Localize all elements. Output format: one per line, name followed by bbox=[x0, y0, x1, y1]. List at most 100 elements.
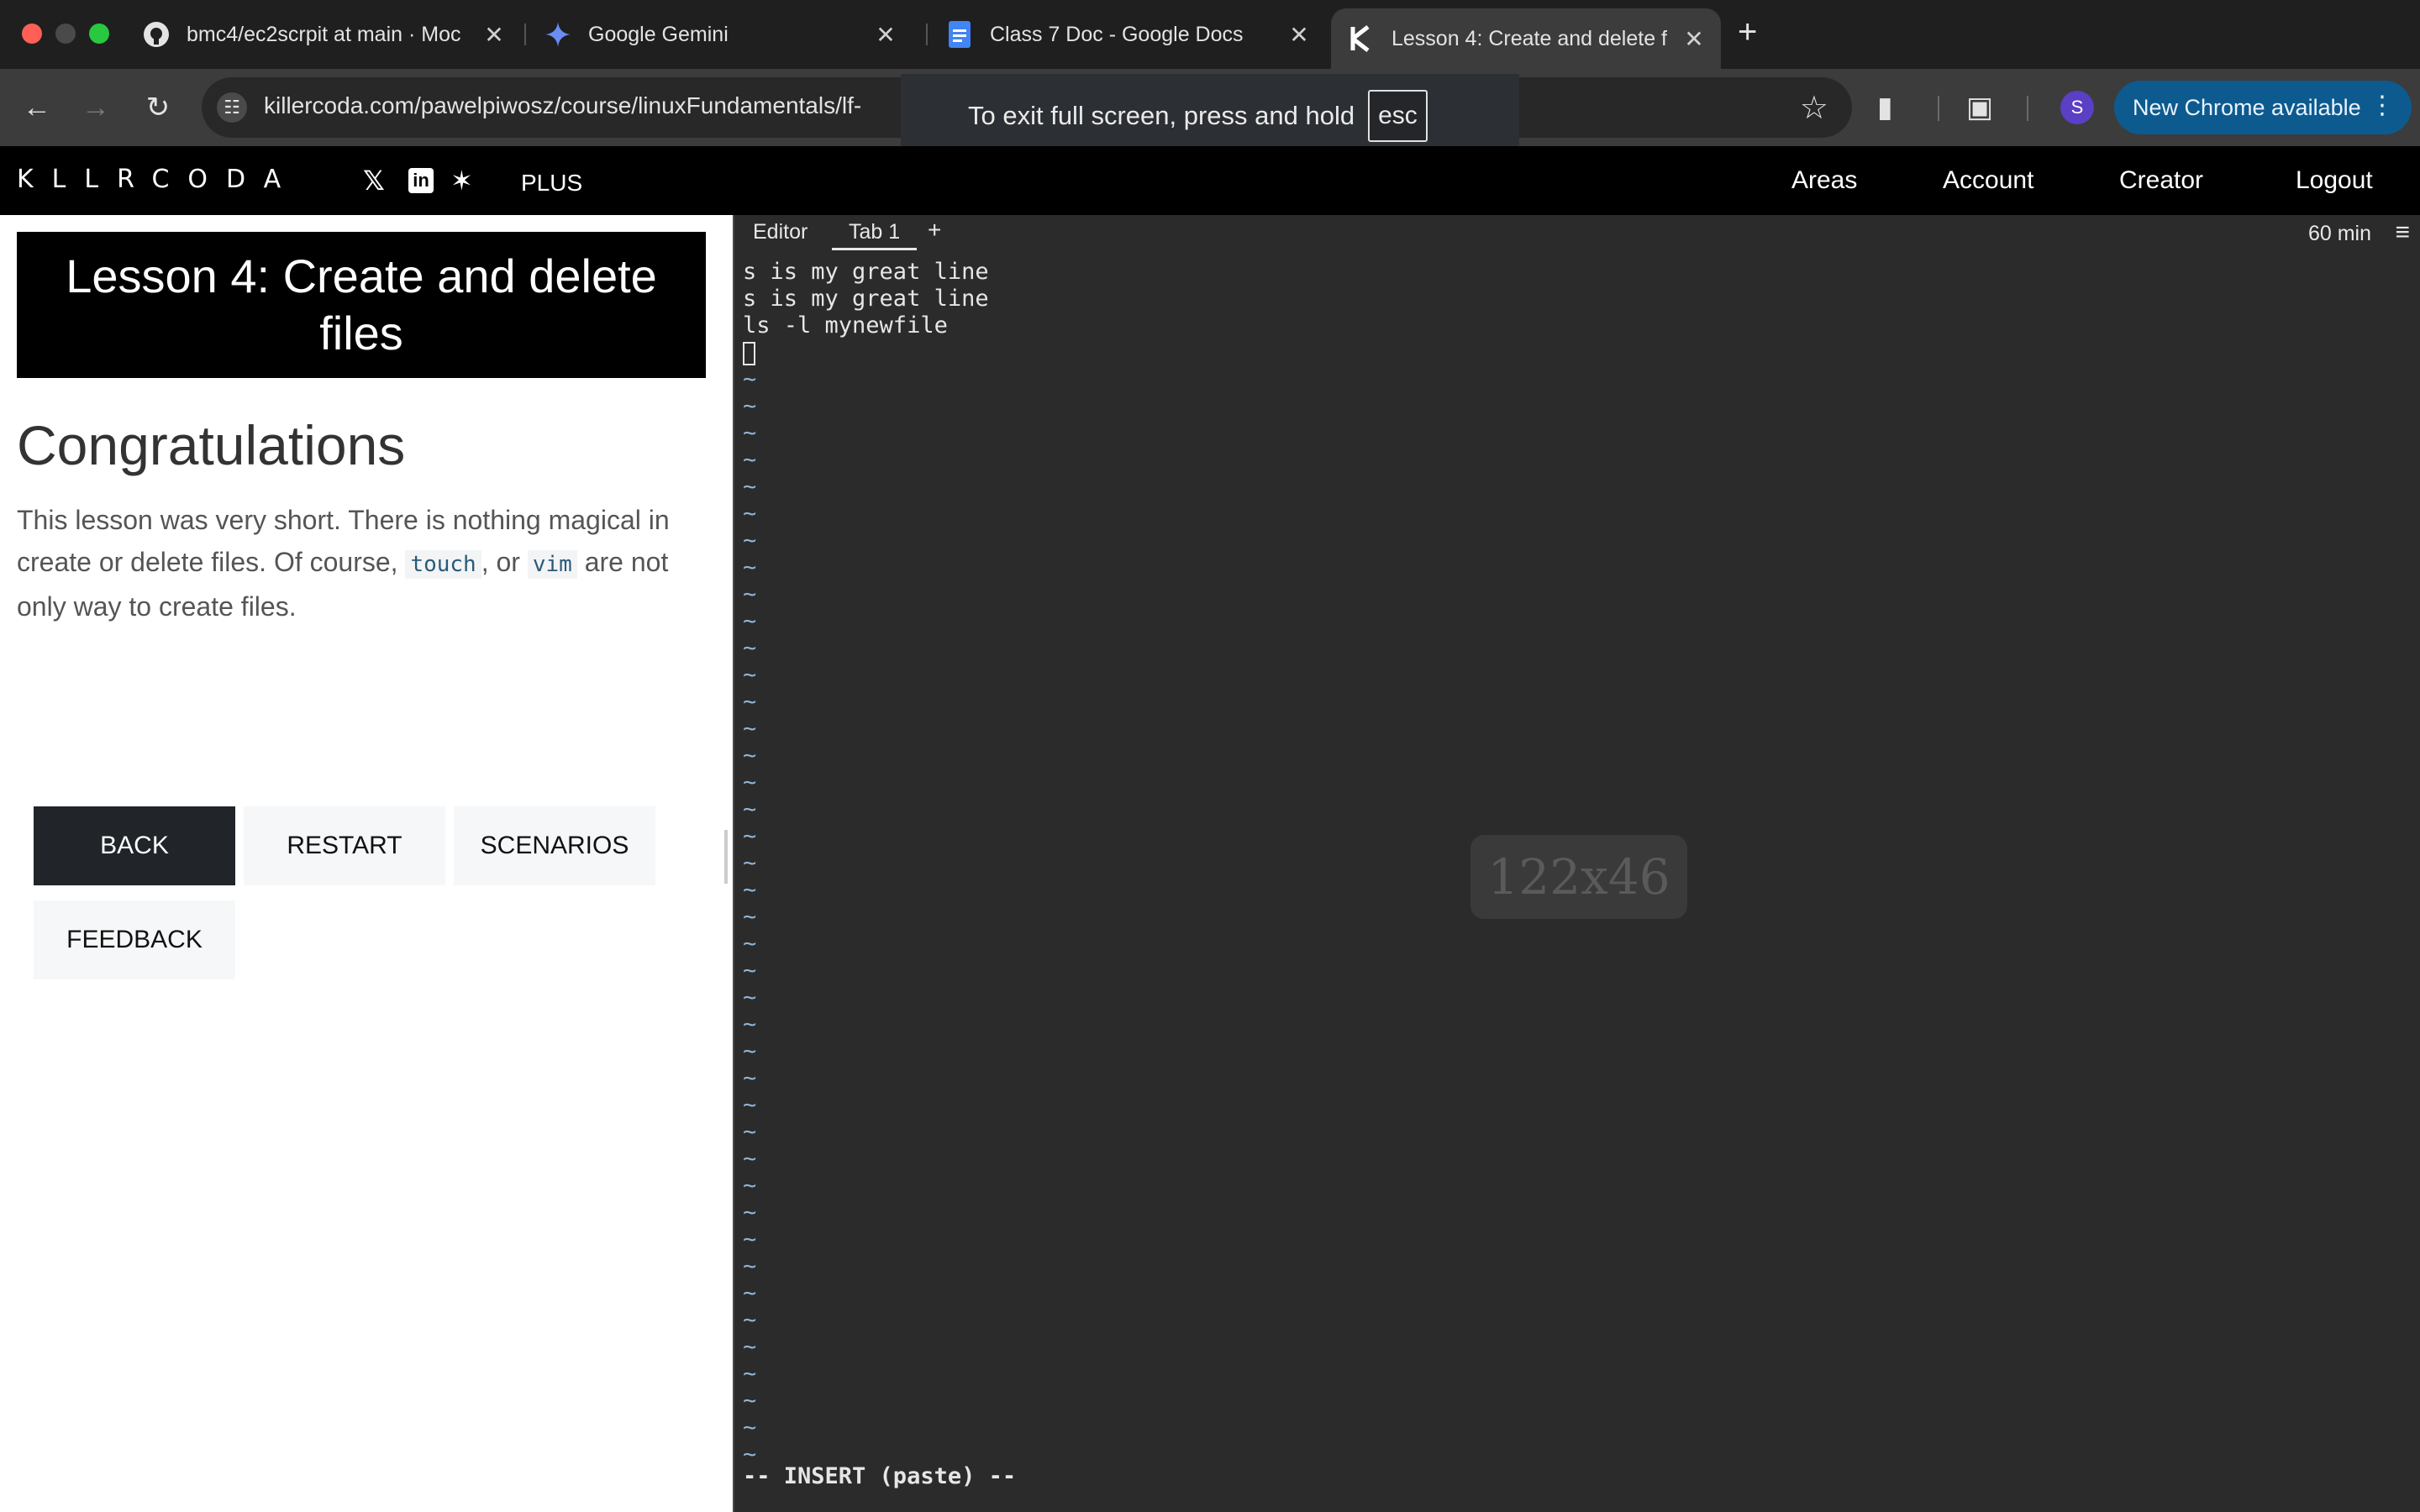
fullscreen-exit-toast: To exit full screen, press and hold esc bbox=[901, 74, 1519, 158]
vim-empty-line-tilde: ~ bbox=[743, 769, 757, 795]
add-tab-button[interactable]: + bbox=[928, 217, 941, 244]
google-docs-icon bbox=[946, 21, 973, 48]
vim-empty-line-tilde: ~ bbox=[743, 1334, 757, 1360]
terminal-tab-bar: Editor Tab 1 + 60 min ≡ bbox=[734, 215, 2420, 250]
tab-title: bmc4/ec2scrpit at main · Moc bbox=[187, 22, 461, 46]
vim-empty-line-tilde: ~ bbox=[743, 1361, 757, 1387]
close-tab-icon[interactable]: ✕ bbox=[1284, 21, 1314, 49]
vim-empty-line-tilde: ~ bbox=[743, 1307, 757, 1333]
toolbar-divider bbox=[1938, 96, 1939, 121]
browser-tab-gemini[interactable]: Google Gemini ✕ bbox=[528, 8, 913, 60]
vim-empty-line-tilde: ~ bbox=[743, 1119, 757, 1145]
vim-empty-line-tilde: ~ bbox=[743, 366, 757, 392]
vim-empty-line-tilde: ~ bbox=[743, 1092, 757, 1118]
vim-empty-line-tilde: ~ bbox=[743, 958, 757, 984]
browser-tab-github[interactable]: bmc4/ec2scrpit at main · Moc ✕ bbox=[126, 8, 521, 60]
gemini-icon bbox=[544, 21, 571, 48]
killercoda-logo[interactable]: KLLRCODA bbox=[17, 165, 299, 194]
tab-title: Lesson 4: Create and delete f bbox=[1392, 26, 1668, 50]
nav-account[interactable]: Account bbox=[1943, 166, 2033, 195]
plus-link[interactable]: PLUS bbox=[521, 170, 582, 197]
close-window-button[interactable] bbox=[22, 24, 42, 44]
close-tab-icon[interactable]: ✕ bbox=[479, 21, 509, 49]
vim-empty-line-tilde: ~ bbox=[743, 1146, 757, 1172]
github-icon bbox=[143, 21, 170, 48]
panel-resize-handle[interactable] bbox=[724, 830, 728, 884]
vim-empty-line-tilde: ~ bbox=[743, 877, 757, 903]
vim-empty-line-tilde: ~ bbox=[743, 447, 757, 473]
x-twitter-icon[interactable]: 𝕏 bbox=[363, 165, 385, 197]
code-touch: touch bbox=[405, 550, 481, 579]
vim-empty-line-tilde: ~ bbox=[743, 743, 757, 769]
linkedin-icon[interactable]: in bbox=[408, 168, 434, 193]
session-timer: 60 min bbox=[2307, 222, 2371, 245]
tab-editor[interactable]: Editor bbox=[753, 220, 808, 244]
vim-empty-line-tilde: ~ bbox=[743, 528, 757, 554]
bookmark-star-icon[interactable]: ☆ bbox=[1800, 89, 1828, 127]
vim-empty-line-tilde: ~ bbox=[743, 984, 757, 1011]
vim-empty-line-tilde: ~ bbox=[743, 1038, 757, 1064]
tab-title: Class 7 Doc - Google Docs bbox=[990, 22, 1244, 46]
nav-areas[interactable]: Areas bbox=[1791, 166, 1857, 195]
hamburger-menu-icon[interactable]: ≡ bbox=[2395, 218, 2410, 247]
terminal-screen[interactable]: s is my great line s is my great line ls -… bbox=[743, 259, 989, 1468]
terminal-line: ls -l mynewfile bbox=[743, 312, 948, 339]
nav-logout[interactable]: Logout bbox=[2296, 166, 2373, 195]
tab-terminal-1[interactable]: Tab 1 bbox=[832, 220, 918, 250]
vim-empty-line-tilde: ~ bbox=[743, 1280, 757, 1306]
tab-title: Google Gemini bbox=[588, 22, 729, 46]
terminal-size-overlay: 122x46 bbox=[1470, 835, 1687, 919]
scenarios-button[interactable]: SCENARIOS bbox=[454, 806, 655, 885]
more-menu-icon[interactable]: ⋮ bbox=[2370, 91, 2395, 120]
vim-empty-line-tilde: ~ bbox=[743, 501, 757, 527]
vim-empty-line-tilde: ~ bbox=[743, 1388, 757, 1414]
vim-empty-line-tilde: ~ bbox=[743, 635, 757, 661]
minimize-window-button[interactable] bbox=[55, 24, 76, 44]
extensions-icon[interactable]: ▮ bbox=[1877, 91, 1893, 124]
close-tab-icon[interactable]: ✕ bbox=[1679, 25, 1709, 53]
vim-empty-line-tilde: ~ bbox=[743, 716, 757, 742]
profile-avatar[interactable]: S bbox=[2060, 91, 2094, 124]
vim-empty-line-tilde: ~ bbox=[743, 393, 757, 419]
terminal-line: s is my great line bbox=[743, 259, 989, 285]
vim-empty-line-tilde: ~ bbox=[743, 1200, 757, 1226]
vim-empty-line-tilde: ~ bbox=[743, 904, 757, 930]
vim-empty-line-tilde: ~ bbox=[743, 1415, 757, 1441]
slack-icon[interactable]: ✶ bbox=[450, 165, 473, 197]
restart-button[interactable]: RESTART bbox=[244, 806, 445, 885]
close-tab-icon[interactable]: ✕ bbox=[871, 21, 901, 49]
lesson-title: Lesson 4: Create and delete files bbox=[17, 232, 706, 378]
site-header: KLLRCODA 𝕏 in ✶ PLUS Areas Account Creat… bbox=[0, 146, 2420, 215]
feedback-button[interactable]: FEEDBACK bbox=[34, 900, 235, 979]
browser-tab-strip: bmc4/ec2scrpit at main · Moc ✕ Google Ge… bbox=[0, 0, 2420, 69]
browser-tab-google-docs[interactable]: Class 7 Doc - Google Docs ✕ bbox=[929, 8, 1326, 60]
tab-separator bbox=[926, 24, 928, 45]
nav-creator[interactable]: Creator bbox=[2119, 166, 2203, 195]
code-vim: vim bbox=[527, 550, 577, 579]
browser-tab-killercoda[interactable]: Lesson 4: Create and delete f ✕ bbox=[1331, 8, 1721, 69]
fullscreen-window-button[interactable] bbox=[89, 24, 109, 44]
vim-empty-line-tilde: ~ bbox=[743, 420, 757, 446]
vim-empty-line-tilde: ~ bbox=[743, 931, 757, 957]
vim-empty-line-tilde: ~ bbox=[743, 850, 757, 876]
vim-empty-line-tilde: ~ bbox=[743, 1253, 757, 1279]
forward-arrow-icon[interactable]: → bbox=[77, 89, 114, 126]
new-chrome-available-button[interactable]: New Chrome available ⋮ bbox=[2114, 81, 2412, 134]
vim-status-line: -- INSERT (paste) -- bbox=[743, 1463, 1017, 1489]
lesson-panel: Lesson 4: Create and delete files Congra… bbox=[0, 215, 728, 1512]
vim-empty-line-tilde: ~ bbox=[743, 823, 757, 849]
terminal-line: s is my great line bbox=[743, 286, 989, 312]
vim-empty-line-tilde: ~ bbox=[743, 662, 757, 688]
vim-empty-line-tilde: ~ bbox=[743, 1226, 757, 1252]
update-label: New Chrome available bbox=[2133, 94, 2361, 120]
cast-search-icon[interactable]: ▣ bbox=[1966, 91, 1993, 124]
back-button[interactable]: BACK bbox=[34, 806, 235, 885]
new-tab-button[interactable]: + bbox=[1738, 13, 1757, 51]
vim-empty-line-tilde: ~ bbox=[743, 1065, 757, 1091]
lesson-body-text: This lesson was very short. There is not… bbox=[17, 499, 706, 627]
killercoda-icon bbox=[1348, 25, 1375, 52]
back-arrow-icon[interactable]: ← bbox=[18, 89, 55, 126]
vim-empty-line-tilde: ~ bbox=[743, 796, 757, 822]
site-settings-icon[interactable]: ☷ bbox=[217, 92, 247, 123]
reload-icon[interactable]: ↻ bbox=[139, 89, 176, 126]
